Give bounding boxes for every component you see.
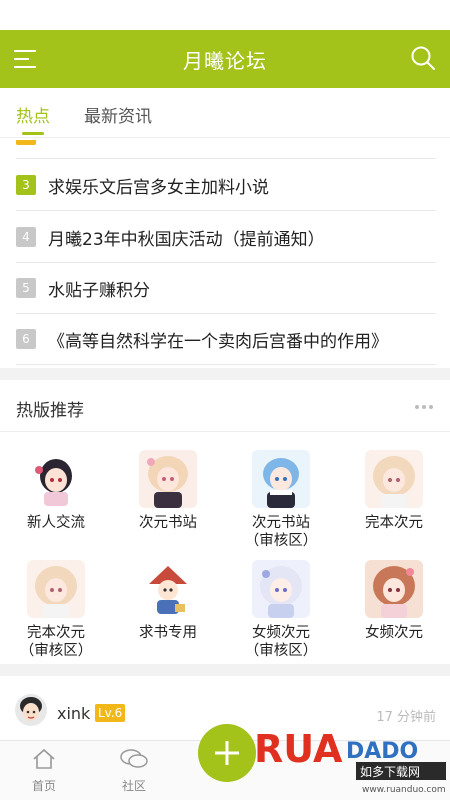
board-avatar (139, 450, 197, 508)
new-post-button[interactable] (198, 724, 256, 782)
board-avatar (252, 450, 310, 508)
list-item[interactable]: 5 水贴子赚积分 (16, 263, 436, 314)
rank-badge: 4 (16, 227, 36, 247)
list-item[interactable]: 6 《高等自然科学在一个卖肉后宫番中的作用》 (16, 314, 436, 365)
tab-indicator (22, 132, 44, 135)
nav-home[interactable]: 首页 (14, 747, 74, 794)
board-name: 女频次元 (365, 625, 423, 641)
board-subname: （审核区） (244, 533, 318, 549)
nav-community[interactable]: 社区 (104, 747, 164, 794)
topic-title: 水贴子赚积分 (48, 280, 150, 301)
section-divider (0, 664, 450, 676)
board-name: 新人交流 (27, 515, 85, 531)
tab-bar: 热点 最新资讯 (0, 88, 450, 138)
board-avatar (27, 560, 85, 618)
board-avatar (365, 450, 423, 508)
rank-badge: 5 (16, 278, 36, 298)
board-female[interactable]: 女频次元 (338, 560, 450, 642)
board-name: 完本次元 (27, 625, 85, 641)
list-item[interactable]: 4 月曦23年中秋国庆活动（提前通知） (16, 212, 436, 263)
topic-title: 《高等自然科学在一个卖肉后宫番中的作用》 (48, 331, 388, 352)
topic-title: 月曦23年中秋国庆活动（提前通知） (48, 229, 325, 250)
recommend-header: 热版推荐 (0, 382, 450, 432)
board-name: 完本次元 (365, 515, 423, 531)
board-name: 女频次元 (252, 625, 310, 641)
status-bar (0, 0, 450, 30)
app-bar: 月曦论坛 (0, 30, 450, 88)
board-completed-review[interactable]: 完本次元 （审核区） (0, 560, 112, 660)
board-avatar (365, 560, 423, 618)
plus-icon (215, 741, 239, 765)
list-item-partial[interactable] (16, 138, 436, 159)
board-novel-station[interactable]: 次元书站 (112, 450, 224, 532)
board-newbie[interactable]: 新人交流 (0, 450, 112, 532)
board-name: 求书专用 (139, 625, 197, 641)
avatar[interactable] (15, 694, 47, 726)
board-subname: （审核区） (244, 643, 318, 659)
chat-bubble-icon (120, 749, 148, 768)
section-title: 热版推荐 (16, 401, 84, 421)
board-book-request[interactable]: 求书专用 (112, 560, 224, 642)
board-novel-station-review[interactable]: 次元书站 （审核区） (225, 450, 337, 550)
section-divider (0, 368, 450, 380)
topic-title: 求娱乐文后宫多女主加料小说 (48, 177, 269, 198)
rank-badge: 6 (16, 329, 36, 349)
board-avatar (139, 560, 197, 618)
board-female-review[interactable]: 女频次元 （审核区） (225, 560, 337, 660)
tab-latest-news[interactable]: 最新资讯 (84, 102, 152, 127)
tab-hot[interactable]: 热点 (16, 102, 50, 127)
more-icon[interactable] (414, 398, 434, 416)
board-avatar (27, 450, 85, 508)
nav-label: 社区 (121, 779, 146, 793)
rank-badge: 3 (16, 175, 36, 195)
board-subname: （审核区） (19, 643, 93, 659)
board-completed[interactable]: 完本次元 (338, 450, 450, 532)
board-avatar (252, 560, 310, 618)
board-grid: 新人交流 次元书站 次元书站 （审核区） 完本次元 完本次元 （审核区） 求书专… (0, 440, 450, 662)
username[interactable]: xink (57, 704, 90, 723)
page-title: 月曦论坛 (183, 48, 267, 73)
nav-label: 首页 (31, 779, 56, 793)
board-name: 次元书站 (252, 515, 310, 531)
rank-badge-partial (16, 140, 36, 145)
board-name: 次元书站 (139, 515, 197, 531)
hamburger-menu-icon[interactable] (12, 47, 38, 71)
post-timestamp: 17 分钟前 (376, 710, 436, 725)
hot-topic-list: 3 求娱乐文后宫多女主加料小说 4 月曦23年中秋国庆活动（提前通知） 5 水贴… (0, 138, 450, 368)
list-item[interactable]: 3 求娱乐文后宫多女主加料小说 (16, 160, 436, 211)
search-icon[interactable] (410, 45, 436, 71)
level-badge: Lv.6 (95, 704, 126, 722)
home-icon (33, 748, 55, 769)
